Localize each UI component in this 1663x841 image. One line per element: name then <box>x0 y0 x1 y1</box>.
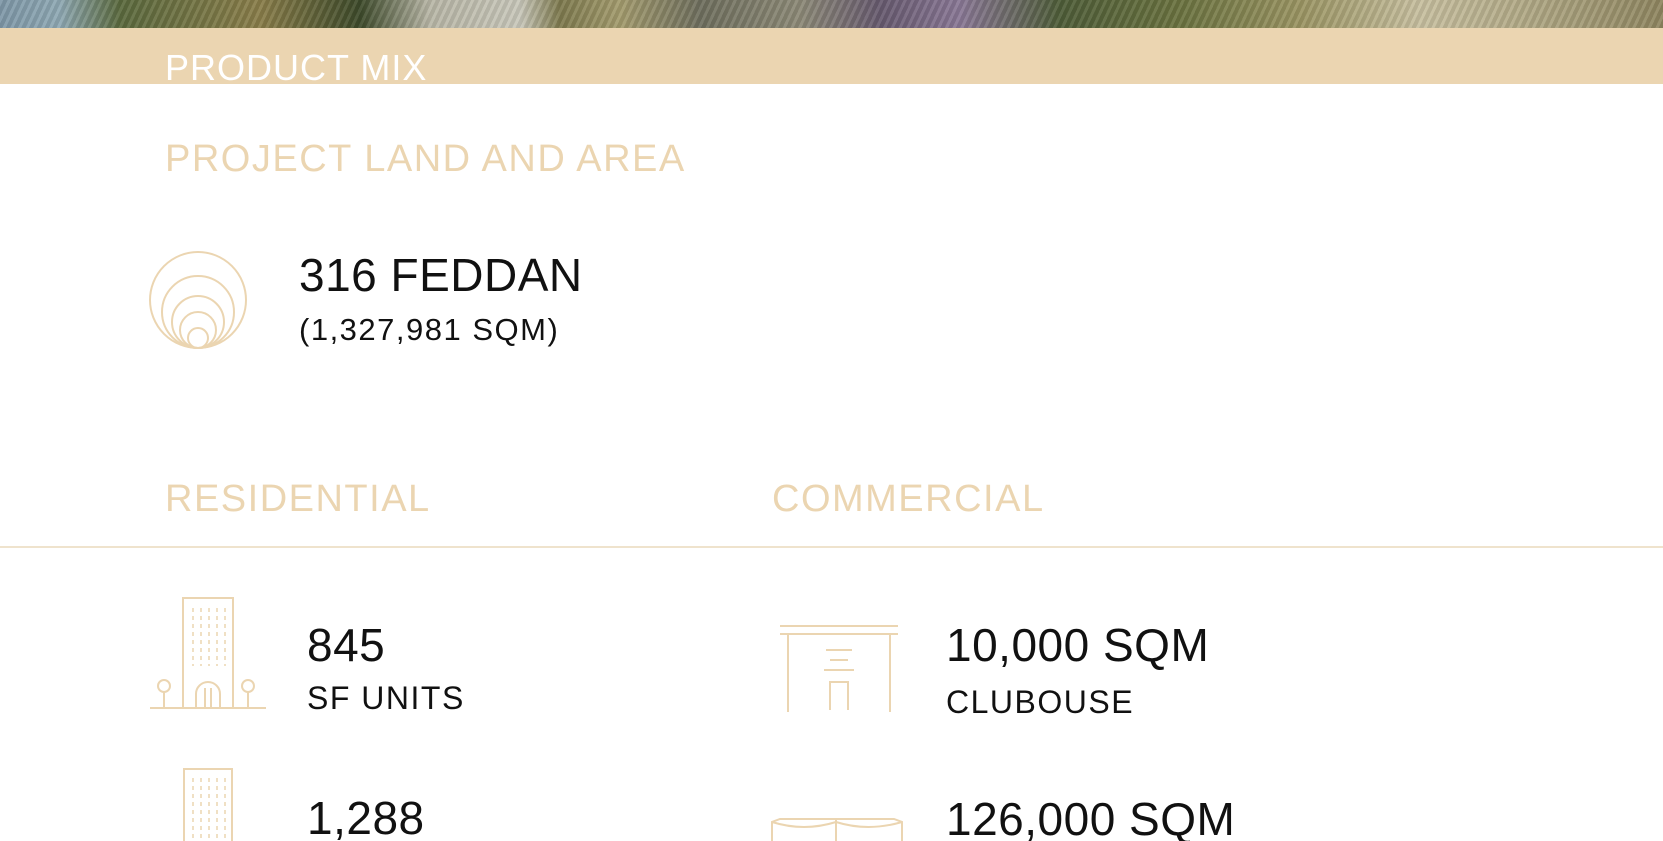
land-stat: 316 FEDDAN (1,327,981 SQM) <box>299 252 583 345</box>
hero-photo-strip <box>0 0 1663 28</box>
residential-heading: RESIDENTIAL <box>165 478 431 520</box>
divider <box>0 546 1663 548</box>
section-banner: PRODUCT MIX <box>0 28 1663 88</box>
residential-stat-1: 845 SF UNITS <box>307 622 465 714</box>
commercial-value-2: 126,000 SQM <box>946 793 1236 841</box>
commercial-heading: COMMERCIAL <box>772 478 1045 520</box>
commercial-label-1: CLUBOUSE <box>946 684 1135 720</box>
residential-stat-2: 1,288 <box>307 795 425 841</box>
land-heading: PROJECT LAND AND AREA <box>165 138 686 180</box>
commercial-stat-1: 10,000 SQM CLUBOUSE <box>946 622 1209 718</box>
concentric-circles-icon <box>148 250 248 350</box>
page-title: PRODUCT MIX <box>165 47 428 88</box>
clubhouse-gate-icon <box>780 622 898 712</box>
commercial-stat-2: 126,000 SQM <box>946 796 1235 841</box>
residential-value-2: 1,288 <box>307 792 425 841</box>
commercial-value-1: 10,000 SQM <box>946 619 1210 671</box>
residential-value-1: 845 <box>307 619 386 671</box>
retail-building-icon <box>770 818 904 841</box>
land-sub: (1,327,981 SQM) <box>299 312 560 347</box>
residential-label-1: SF UNITS <box>307 680 465 716</box>
building-with-trees-icon <box>150 596 266 712</box>
land-value: 316 FEDDAN <box>299 249 583 301</box>
tower-building-icon <box>183 768 233 841</box>
